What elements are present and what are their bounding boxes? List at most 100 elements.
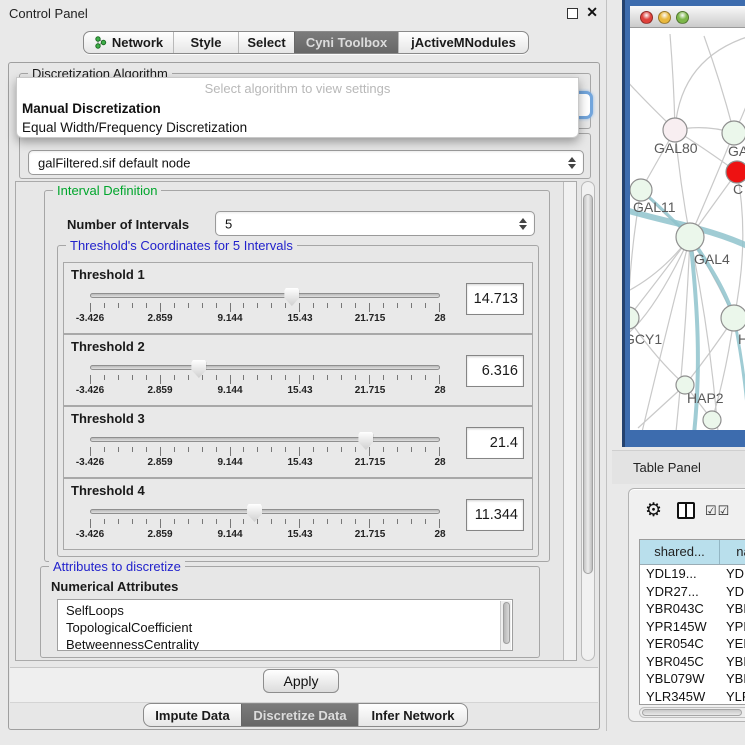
tick-mark — [90, 375, 91, 384]
tab-select[interactable]: Select — [238, 32, 294, 53]
tab-style[interactable]: Style — [173, 32, 238, 53]
tick-label: 21.715 — [355, 529, 386, 540]
slider-track[interactable] — [90, 437, 440, 442]
tick-label: 15.43 — [287, 313, 312, 324]
apply-button[interactable]: Apply — [263, 669, 339, 693]
tick-mark — [271, 519, 272, 524]
tick-mark — [299, 303, 300, 312]
tick-mark — [383, 303, 384, 308]
node-label: GAL4 — [694, 251, 730, 267]
table-cell: YPR1 — [720, 618, 745, 636]
table-hscrollbar[interactable] — [639, 707, 745, 718]
num-intervals-label: Number of Intervals — [67, 217, 189, 232]
table-cell: YER0 — [720, 635, 745, 653]
menu-item-equal-width-frequency[interactable]: Equal Width/Frequency Discretization — [17, 118, 578, 137]
column-header[interactable]: na — [720, 540, 745, 564]
node-table[interactable]: shared...naYDL19...YDL1YDR27...YDR2YBR04… — [639, 539, 745, 705]
tick-label: -3.426 — [76, 457, 104, 468]
list-item[interactable]: BetweennessCentrality — [66, 636, 512, 651]
table-cell: YBR045C — [640, 653, 720, 671]
slider[interactable]: -3.4262.8599.14415.4321.71528 — [90, 363, 440, 401]
panel-scrollbar[interactable] — [581, 181, 595, 661]
slider-track[interactable] — [90, 293, 440, 298]
node-label: HAP2 — [687, 390, 724, 406]
gear-icon[interactable]: ⚙ — [645, 499, 662, 522]
column-header[interactable]: shared... — [640, 540, 720, 564]
close-traffic-icon[interactable] — [640, 11, 653, 24]
scrollbar-thumb[interactable] — [503, 602, 510, 644]
threshold-value-field[interactable]: 21.4 — [466, 427, 524, 459]
network-canvas[interactable]: GAL80GACGAL11GAL4GCY1HHAP2 — [630, 28, 745, 430]
threshold-value-field[interactable]: 14.713 — [466, 283, 524, 315]
table-row[interactable]: YPR145WYPR1 — [640, 618, 745, 636]
node-label: GAL11 — [633, 199, 676, 215]
float-window-icon[interactable] — [567, 8, 578, 19]
tab-cyni-toolbox[interactable]: Cyni Toolbox — [294, 32, 398, 53]
slider[interactable]: -3.4262.8599.14415.4321.71528 — [90, 291, 440, 329]
tick-mark — [411, 375, 412, 380]
table-row[interactable]: YBR043CYBR0 — [640, 600, 745, 618]
menu-item-manual-discretization[interactable]: Manual Discretization — [17, 99, 578, 118]
tab-infer-network[interactable]: Infer Network — [358, 704, 467, 726]
tick-mark — [104, 375, 105, 380]
slider[interactable]: -3.4262.8599.14415.4321.71528 — [90, 507, 440, 545]
list-item[interactable]: TopologicalCoefficient — [66, 619, 512, 636]
table-row[interactable]: YDR27...YDR2 — [640, 583, 745, 601]
tab-network[interactable]: Network — [84, 32, 173, 53]
tick-label: 2.859 — [147, 385, 172, 396]
columns-icon[interactable] — [677, 502, 695, 519]
inner-scrollbar[interactable] — [563, 182, 576, 660]
tab-jactivemnodules[interactable]: jActiveMNodules — [398, 32, 528, 53]
tick-mark — [383, 519, 384, 524]
num-intervals-combobox[interactable]: 5 — [215, 211, 535, 236]
slider-track[interactable] — [90, 509, 440, 514]
close-icon[interactable]: ✕ — [586, 4, 598, 21]
group-title: Interval Definition — [53, 183, 161, 198]
network-edge — [675, 36, 745, 130]
table-row[interactable]: YLR345WYLR3 — [640, 688, 745, 706]
scrollbar-thumb[interactable] — [642, 709, 742, 716]
threshold-value-field[interactable]: 6.316 — [466, 355, 524, 387]
table-cell: YLR3 — [720, 688, 745, 706]
table-row[interactable]: YDL19...YDL1 — [640, 565, 745, 583]
slider-ticks — [90, 375, 440, 385]
tick-mark — [118, 519, 119, 524]
tick-mark — [313, 447, 314, 452]
tick-mark — [397, 519, 398, 524]
minimize-traffic-icon[interactable] — [658, 11, 671, 24]
tab-discretize-data[interactable]: Discretize Data — [241, 704, 358, 726]
settings-scroll-viewport: Interval Definition Number of Intervals … — [15, 181, 577, 661]
scrollbar-thumb[interactable] — [583, 194, 593, 574]
table-row[interactable]: YBR045CYBR0 — [640, 653, 745, 671]
panel-title: Control Panel — [9, 6, 88, 21]
node-label: C — [733, 181, 743, 197]
tick-label: 9.144 — [217, 385, 242, 396]
tick-label: 2.859 — [147, 313, 172, 324]
list-item[interactable]: SelfLoops — [66, 602, 512, 619]
tab-impute-data[interactable]: Impute Data — [144, 704, 241, 726]
threshold-value-field[interactable]: 11.344 — [466, 499, 524, 531]
checkbox-icons[interactable]: ☑☑ — [705, 503, 730, 519]
tick-labels: -3.4262.8599.14415.4321.71528 — [90, 457, 440, 469]
table-row[interactable]: YER054CYER0 — [640, 635, 745, 653]
numerical-attributes-label: Numerical Attributes — [51, 579, 178, 594]
tick-labels: -3.4262.8599.14415.4321.71528 — [90, 529, 440, 541]
tick-label: 28 — [434, 457, 445, 468]
tick-mark — [132, 519, 133, 524]
slider[interactable]: -3.4262.8599.14415.4321.71528 — [90, 435, 440, 473]
bottom-tab-bar: Impute Data Discretize DataInfer Network — [143, 703, 468, 727]
tick-mark — [411, 447, 412, 452]
slider-track[interactable] — [90, 365, 440, 370]
table-data-combobox[interactable]: galFiltered.sif default node — [28, 150, 584, 175]
interval-definition-group: Interval Definition Number of Intervals … — [44, 190, 550, 562]
attributes-list[interactable]: SelfLoopsTopologicalCoefficientBetweenne… — [57, 599, 513, 651]
tab-label: Impute Data — [155, 708, 229, 723]
slider-ticks — [90, 447, 440, 457]
tick-mark — [188, 519, 189, 524]
network-view-window: GAL80GACGAL11GAL4GCY1HHAP2 — [622, 0, 745, 447]
table-row[interactable]: YBL079WYBL0 — [640, 670, 745, 688]
list-scrollbar[interactable] — [500, 601, 511, 651]
zoom-traffic-icon[interactable] — [676, 11, 689, 24]
tick-mark — [299, 375, 300, 384]
tick-mark — [369, 447, 370, 456]
